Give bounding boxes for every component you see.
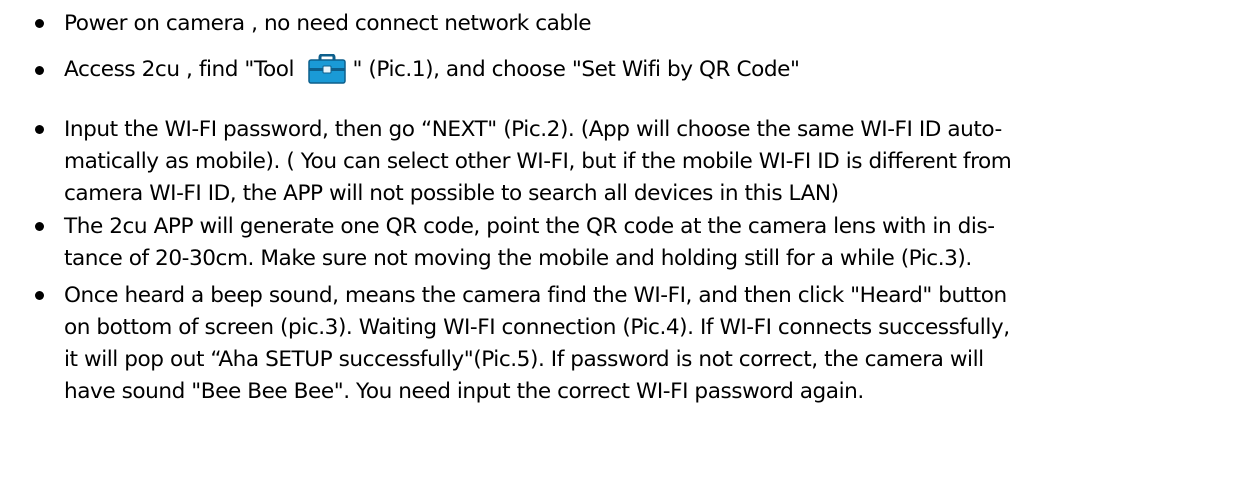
instruction-document: Power on camera , no need connect networ… — [0, 0, 1259, 493]
step-3-line-1: Input the WI-FI password, then go “NEXT"… — [64, 117, 1002, 142]
step-5-line-3: it will pop out “Aha SETUP successfully"… — [64, 347, 984, 372]
step-5-line-2: on bottom of screen (pic.3). Waiting WI-… — [64, 315, 1010, 340]
step-5-line-4: have sound "Bee Bee Bee". You need input… — [64, 379, 864, 404]
step-4-line-2: tance of 20-30cm. Make sure not moving t… — [64, 246, 972, 271]
step-1-line-1: Power on camera , no need connect networ… — [64, 11, 592, 36]
toolbox-icon — [308, 54, 347, 84]
step-4-line-1: The 2cu APP will generate one QR code, p… — [64, 214, 995, 239]
bullet-icon — [35, 291, 44, 300]
step-2-line-1: Access 2cu , find "Tool " (Pic.1), and c… — [64, 54, 800, 86]
bullet-icon — [35, 125, 44, 134]
bullet-icon — [35, 222, 44, 231]
step-2-text-before-icon: Access 2cu , find "Tool — [64, 57, 301, 82]
step-3-line-3: camera WI-FI ID, the APP will not possib… — [64, 181, 839, 206]
step-5-line-1: Once heard a beep sound, means the camer… — [64, 283, 1007, 308]
step-3-line-2: matically as mobile). ( You can select o… — [64, 149, 1012, 174]
bullet-icon — [35, 19, 44, 28]
step-2-text-after-icon: " (Pic.1), and choose "Set Wifi by QR Co… — [352, 57, 800, 82]
bullet-icon — [35, 66, 44, 75]
